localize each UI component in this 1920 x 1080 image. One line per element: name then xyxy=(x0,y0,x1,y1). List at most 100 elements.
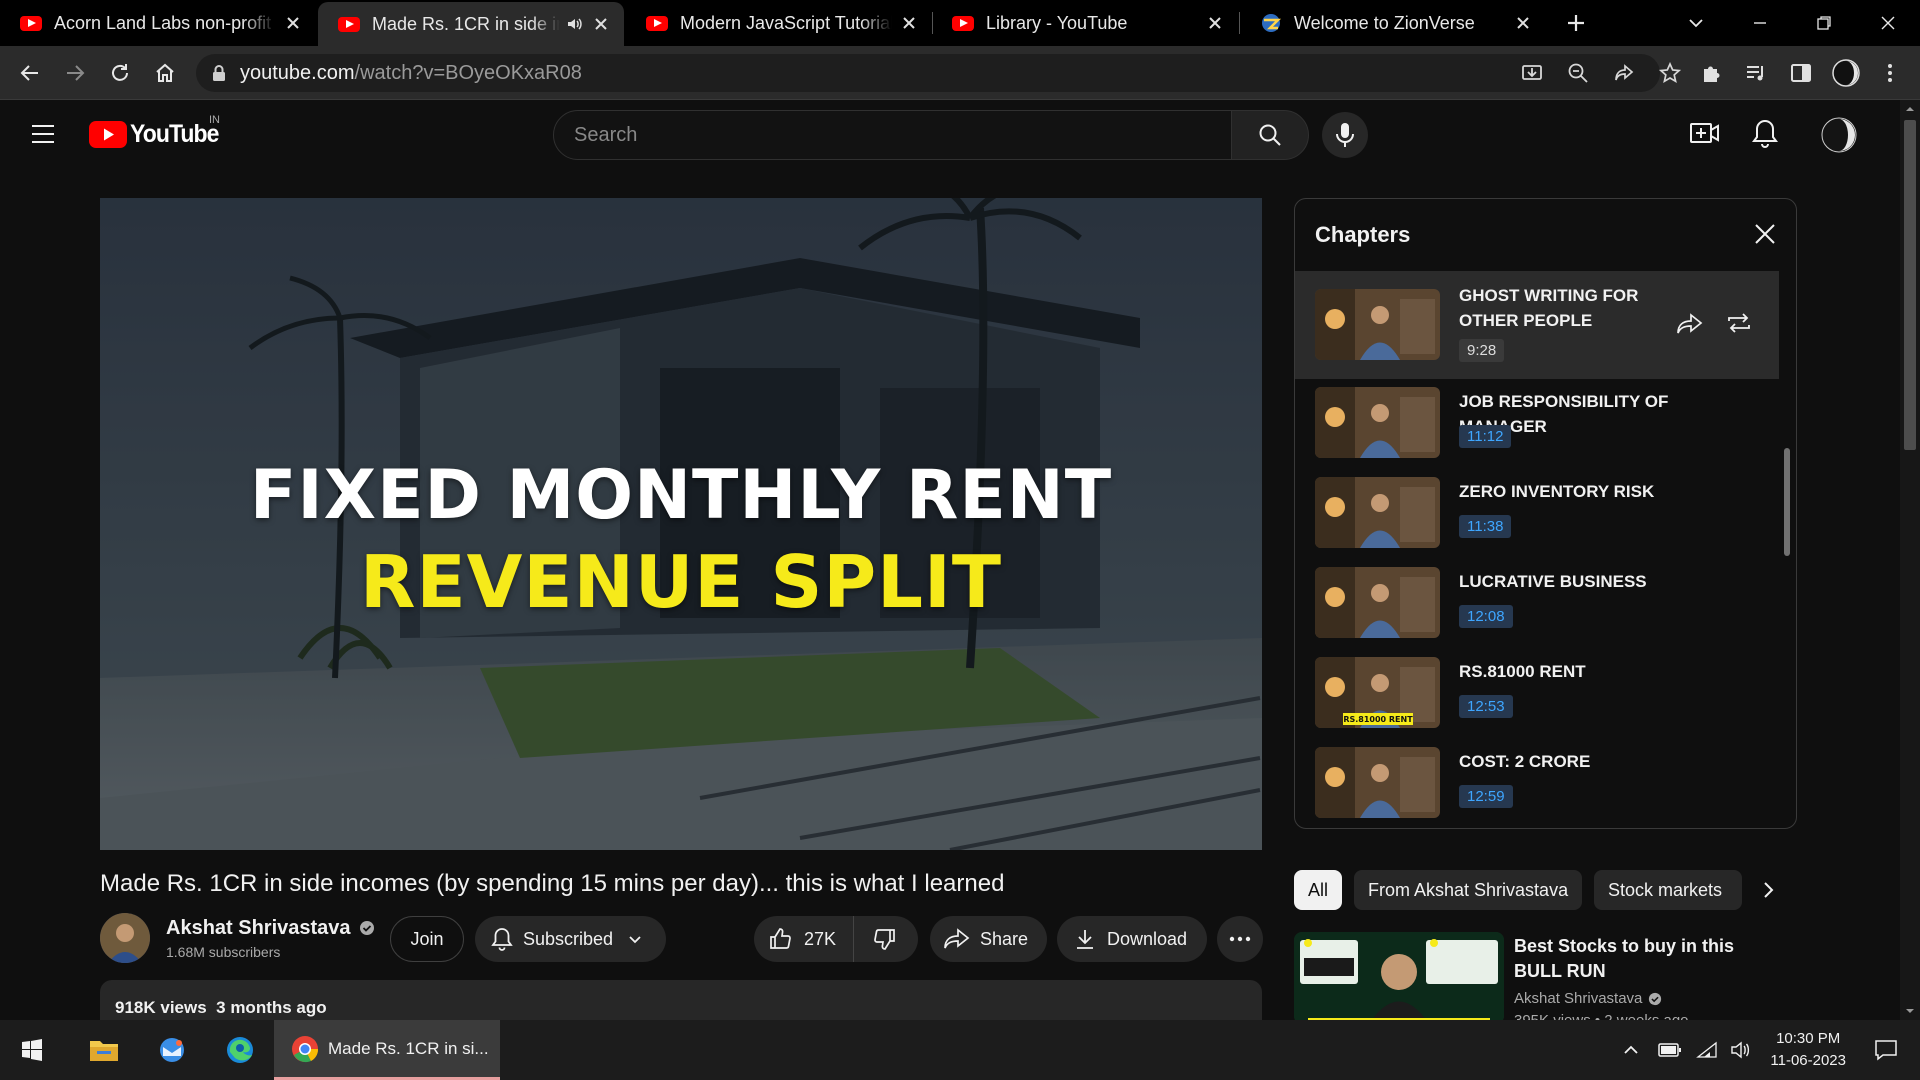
back-button[interactable] xyxy=(14,57,46,89)
share-button[interactable]: Share xyxy=(930,916,1047,962)
wifi-icon[interactable] xyxy=(1696,1041,1718,1059)
star-icon xyxy=(1659,62,1681,84)
recommended-video[interactable]: Best Stocks to buy in this BULL RUN Aksh… xyxy=(1294,932,1794,1024)
forward-button[interactable] xyxy=(59,57,91,89)
search-button[interactable] xyxy=(1231,110,1309,160)
arrow-left-icon xyxy=(20,65,38,81)
logo-text: YouTube xyxy=(130,120,219,148)
share-chapter-icon[interactable] xyxy=(1677,313,1703,335)
channel-avatar[interactable] xyxy=(100,913,150,963)
clock-time: 10:30 PM xyxy=(1776,1030,1841,1047)
chevron-up-icon[interactable] xyxy=(1622,1043,1640,1057)
close-tab-icon[interactable] xyxy=(284,14,302,32)
chip-label: All xyxy=(1307,879,1328,900)
chapter-item[interactable]: GHOST WRITING FOR OTHER PEOPLE 9:28 xyxy=(1295,271,1779,379)
close-tab-icon[interactable] xyxy=(1206,14,1224,32)
close-tab-icon[interactable] xyxy=(1514,14,1532,32)
chapter-item[interactable]: RS.81000 RENT RS.81000 RENT 12:53 xyxy=(1295,649,1779,739)
dislike-button[interactable] xyxy=(854,916,916,962)
tab-title: Acorn Land Labs non-profit m xyxy=(54,12,276,33)
search-input[interactable] xyxy=(574,123,1231,147)
install-app-button[interactable] xyxy=(1516,57,1548,89)
verified-check-icon xyxy=(359,921,374,935)
taskbar-chrome-window[interactable]: Made Rs. 1CR in si... xyxy=(274,1020,500,1080)
youtube-masthead: YouTube IN xyxy=(0,100,1900,170)
url-path: /watch?v=BOyeOKxaR08 xyxy=(354,61,582,84)
guide-menu-button[interactable] xyxy=(30,123,60,147)
chapter-item[interactable]: COST: 2 CRORE 12:59 xyxy=(1295,739,1779,828)
tab-acorn-land-labs[interactable]: Acorn Land Labs non-profit m xyxy=(0,0,316,46)
chapters-scrollbar[interactable] xyxy=(1784,448,1790,556)
chip-stock-markets[interactable]: Stock markets xyxy=(1594,870,1742,910)
share-page-button[interactable] xyxy=(1608,57,1640,89)
loop-chapter-icon[interactable] xyxy=(1725,311,1753,335)
notification-center-icon[interactable] xyxy=(1874,1038,1898,1062)
like-dislike-segment: 27K xyxy=(754,916,918,962)
reload-button[interactable] xyxy=(104,57,136,89)
profile-button[interactable] xyxy=(1830,57,1862,89)
audio-playing-icon[interactable] xyxy=(566,15,584,33)
mail-app-button[interactable] xyxy=(148,1030,196,1070)
mail-app-icon xyxy=(160,1038,184,1062)
notifications-button[interactable] xyxy=(1752,118,1784,150)
close-chapters-button[interactable] xyxy=(1750,219,1780,249)
zoom-button[interactable] xyxy=(1562,57,1594,89)
page-scrollbar[interactable] xyxy=(1900,100,1920,1020)
chapter-item[interactable]: JOB RESPONSIBILITY OF MANAGER 11:12 xyxy=(1295,379,1779,469)
chapter-thumbnail xyxy=(1315,747,1440,818)
chapter-title: LUCRATIVE BUSINESS xyxy=(1459,572,1647,591)
scroll-down-arrow-icon[interactable] xyxy=(1900,1004,1920,1018)
home-button[interactable] xyxy=(149,57,181,89)
chapter-item[interactable]: ZERO INVENTORY RISK 11:38 xyxy=(1295,469,1779,559)
minimize-window-button[interactable] xyxy=(1745,8,1775,38)
create-button[interactable] xyxy=(1690,120,1724,150)
media-control-button[interactable] xyxy=(1740,57,1772,89)
join-button[interactable]: Join xyxy=(390,916,464,962)
like-button[interactable]: 27K xyxy=(754,916,854,962)
scroll-up-arrow-icon[interactable] xyxy=(1900,102,1920,116)
windows-logo-icon xyxy=(22,1039,42,1061)
close-tab-icon[interactable] xyxy=(900,14,918,32)
youtube-favicon-icon xyxy=(338,16,360,32)
channel-name[interactable]: Akshat Shrivastava xyxy=(166,917,351,940)
subscribed-button[interactable]: Subscribed xyxy=(475,916,666,962)
volume-icon[interactable] xyxy=(1730,1040,1752,1060)
close-window-button[interactable] xyxy=(1873,8,1903,38)
tab-search-button[interactable] xyxy=(1681,8,1711,38)
new-tab-button[interactable] xyxy=(1561,8,1591,38)
tab-library-youtube[interactable]: Library - YouTube xyxy=(932,0,1238,46)
tab-modern-javascript[interactable]: Modern JavaScript Tutorial #1 xyxy=(626,0,932,46)
tab-made-rs-1cr[interactable]: Made Rs. 1CR in side inco xyxy=(318,2,624,46)
close-tab-icon[interactable] xyxy=(592,15,610,33)
video-player[interactable]: FIXED MONTHLY RENT REVENUE SPLIT xyxy=(100,198,1262,850)
description-box[interactable]: 918K views 3 months ago xyxy=(100,980,1262,1020)
tab-title: Library - YouTube xyxy=(986,12,1128,33)
file-explorer-button[interactable] xyxy=(80,1030,128,1070)
bookmark-button[interactable] xyxy=(1654,57,1686,89)
download-button[interactable]: Download xyxy=(1057,916,1207,962)
tab-zionverse[interactable]: Welcome to ZionVerse xyxy=(1240,0,1546,46)
side-panel-button[interactable] xyxy=(1785,57,1817,89)
download-label: Download xyxy=(1107,928,1188,949)
restore-window-button[interactable] xyxy=(1809,8,1839,38)
chip-all[interactable]: All xyxy=(1294,870,1342,910)
chrome-menu-button[interactable] xyxy=(1874,57,1906,89)
battery-icon[interactable] xyxy=(1658,1042,1682,1058)
lock-icon[interactable] xyxy=(212,64,226,82)
chips-next-button[interactable] xyxy=(1754,876,1782,904)
address-bar[interactable]: youtube.com/watch?v=BOyeOKxaR08 xyxy=(196,54,1681,92)
extensions-button[interactable] xyxy=(1695,57,1727,89)
more-actions-button[interactable] xyxy=(1217,916,1263,962)
search-box[interactable] xyxy=(553,110,1232,160)
chip-from-channel[interactable]: From Akshat Shrivastava xyxy=(1354,870,1583,910)
start-button[interactable] xyxy=(8,1030,56,1070)
voice-search-button[interactable] xyxy=(1322,112,1368,158)
taskbar-clock[interactable]: 10:30 PM 11-06-2023 xyxy=(1770,1028,1846,1072)
account-avatar-button[interactable] xyxy=(1821,117,1857,153)
chapter-item[interactable]: LUCRATIVE BUSINESS 12:08 xyxy=(1295,559,1779,649)
edge-browser-button[interactable] xyxy=(216,1030,264,1070)
youtube-logo[interactable]: YouTube IN xyxy=(89,114,226,149)
bell-icon xyxy=(1752,119,1778,148)
page-scrollbar-thumb[interactable] xyxy=(1904,120,1916,450)
recommended-thumbnail[interactable] xyxy=(1294,932,1504,1024)
